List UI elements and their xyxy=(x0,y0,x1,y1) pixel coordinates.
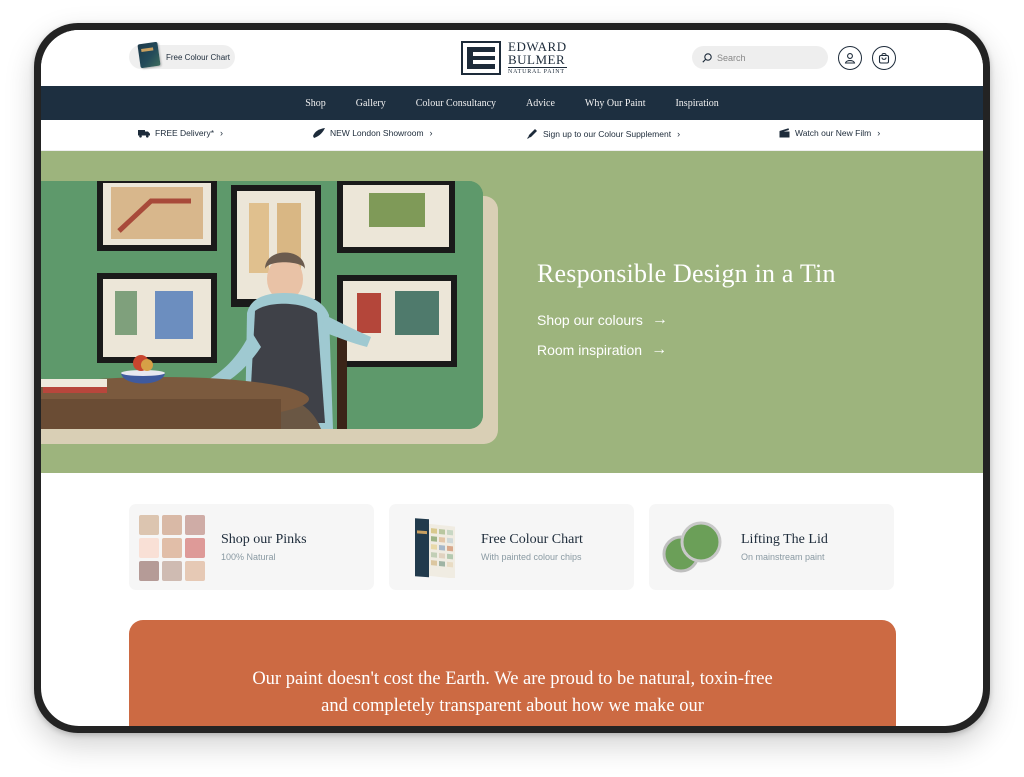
card-subtitle: With painted colour chips xyxy=(481,552,582,562)
free-colour-chart-label: Free Colour Chart xyxy=(166,52,231,62)
basket-button[interactable] xyxy=(872,46,896,70)
truck-icon xyxy=(138,129,150,138)
room-inspiration-link[interactable]: Room inspiration → xyxy=(537,341,667,359)
colour-swatch xyxy=(185,515,205,535)
hero-title: Responsible Design in a Tin xyxy=(537,259,836,288)
shop-our-colours-link[interactable]: Shop our colours → xyxy=(537,311,668,329)
colour-swatch xyxy=(185,561,205,581)
logo-line-3: NATURAL PAINT xyxy=(508,67,567,75)
card-title: Free Colour Chart xyxy=(481,532,583,547)
card-free-colour-chart[interactable]: Free Colour Chart With painted colour ch… xyxy=(389,504,634,590)
pen-icon xyxy=(527,129,537,139)
logo-mark-icon xyxy=(461,40,501,75)
room-inspiration-label: Room inspiration xyxy=(537,342,643,358)
account-button[interactable] xyxy=(838,46,862,70)
shop-our-colours-label: Shop our colours xyxy=(537,312,643,328)
promo-colour-supplement[interactable]: Sign up to our Colour Supplement › xyxy=(527,128,680,139)
search-box xyxy=(692,46,828,69)
framed-print-5 xyxy=(337,275,457,367)
chevron-right-icon: › xyxy=(429,128,433,138)
nav-colour-consultancy[interactable]: Colour Consultancy xyxy=(401,98,511,109)
promo-colour-supplement-label: Sign up to our Colour Supplement xyxy=(543,128,672,139)
colour-chart-icon xyxy=(415,518,455,578)
colour-swatch xyxy=(162,538,182,558)
arrow-right-icon: → xyxy=(651,311,668,328)
card-subtitle: 100% Natural xyxy=(221,552,276,562)
logo-wordmark: EDWARD BULMER NATURAL PAINT xyxy=(508,40,567,75)
promo-london-showroom[interactable]: NEW London Showroom › xyxy=(313,128,433,138)
nav-shop[interactable]: Shop xyxy=(290,98,341,109)
paint-tin-lids-icon xyxy=(662,521,722,573)
card-lifting-the-lid[interactable]: Lifting The Lid On mainstream paint xyxy=(649,504,894,590)
card-shop-our-pinks[interactable]: Shop our Pinks 100% Natural xyxy=(129,504,374,590)
colour-swatch xyxy=(139,561,159,581)
framed-print-4 xyxy=(97,273,217,363)
clapper-icon xyxy=(779,128,790,138)
promo-free-delivery[interactable]: FREE Delivery* › xyxy=(138,128,223,138)
colour-swatch xyxy=(162,515,182,535)
colour-chart-thumbnail-icon xyxy=(137,41,161,69)
chevron-right-icon: › xyxy=(677,128,681,139)
hero-photo xyxy=(41,181,483,429)
brand-statement: Our paint doesn't cost the Earth. We are… xyxy=(129,620,896,726)
tablet-frame: Free Colour Chart EDWARD BULMER NATURAL … xyxy=(34,23,990,733)
arrow-right-icon: → xyxy=(651,341,668,358)
hero-illustration xyxy=(41,181,483,429)
brand-statement-text: Our paint doesn't cost the Earth. We are… xyxy=(252,669,773,716)
brand-logo[interactable]: EDWARD BULMER NATURAL PAINT xyxy=(461,40,567,75)
card-title: Lifting The Lid xyxy=(741,532,828,547)
pink-swatches-grid xyxy=(139,515,205,581)
search-input[interactable] xyxy=(717,52,817,63)
nav-why-our-paint[interactable]: Why Our Paint xyxy=(570,98,661,109)
nav-inspiration[interactable]: Inspiration xyxy=(660,98,733,109)
main-nav: Shop Gallery Colour Consultancy Advice W… xyxy=(41,86,983,120)
nav-advice[interactable]: Advice xyxy=(511,98,570,109)
promo-new-film-label: Watch our New Film xyxy=(795,128,872,138)
framed-print-3 xyxy=(337,181,455,253)
colour-swatch xyxy=(139,515,159,535)
free-colour-chart-button[interactable]: Free Colour Chart xyxy=(129,41,235,69)
screen: Free Colour Chart EDWARD BULMER NATURAL … xyxy=(41,30,983,726)
chevron-right-icon: › xyxy=(877,128,881,138)
site-header: Free Colour Chart EDWARD BULMER NATURAL … xyxy=(41,30,983,86)
framed-print-1 xyxy=(97,181,217,251)
user-icon xyxy=(844,53,856,64)
promo-free-delivery-label: FREE Delivery* xyxy=(155,128,215,138)
colour-swatch xyxy=(162,561,182,581)
card-subtitle: On mainstream paint xyxy=(741,552,825,562)
promo-strip: FREE Delivery* › NEW London Showroom › S… xyxy=(41,120,983,151)
colour-swatch xyxy=(139,538,159,558)
logo-line-2: BULMER xyxy=(508,52,566,67)
promo-new-film[interactable]: Watch our New Film › xyxy=(779,128,880,138)
chevron-right-icon: › xyxy=(220,128,224,138)
shopping-bag-icon xyxy=(878,52,890,64)
nav-gallery[interactable]: Gallery xyxy=(341,98,401,109)
hero-banner: Responsible Design in a Tin Shop our col… xyxy=(41,151,983,473)
promo-london-showroom-label: NEW London Showroom xyxy=(330,128,424,138)
colour-swatch xyxy=(185,538,205,558)
search-icon xyxy=(702,52,712,63)
brush-icon xyxy=(313,128,325,138)
card-title: Shop our Pinks xyxy=(221,532,307,547)
